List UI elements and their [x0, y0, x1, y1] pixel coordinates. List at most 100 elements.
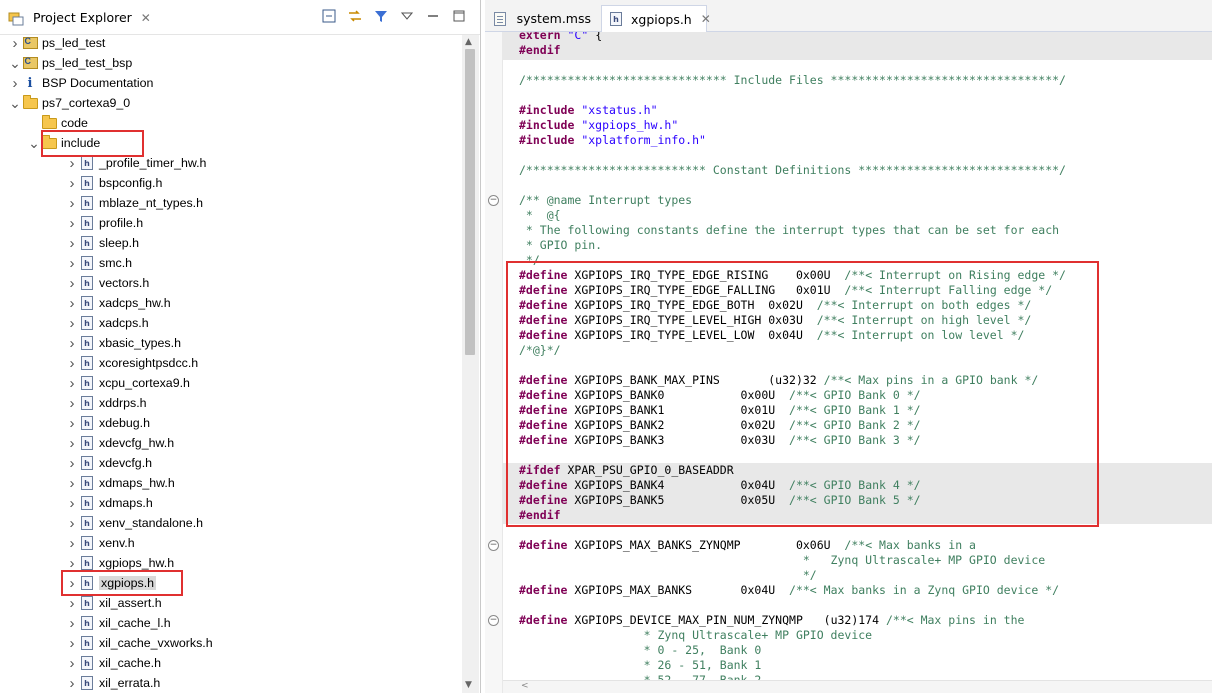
tree-item[interactable]: › h xcpu_cortexa9.h — [0, 373, 462, 393]
tree-item[interactable]: › h xil_cache_l.h — [0, 613, 462, 633]
collapsed-chevron-icon[interactable]: › — [65, 255, 79, 272]
scroll-down-icon[interactable]: ▼ — [465, 680, 472, 690]
collapsed-chevron-icon[interactable]: › — [65, 415, 79, 432]
explorer-vertical-scrollbar[interactable]: ▲ ▼ — [462, 35, 479, 693]
tree-item[interactable]: › h xil_cache.h — [0, 653, 462, 673]
tree-item[interactable]: ⌄ ps7_cortexa9_0 — [0, 93, 462, 113]
collapsed-chevron-icon[interactable]: › — [65, 595, 79, 612]
tree-item[interactable]: › h sleep.h — [0, 233, 462, 253]
collapsed-chevron-icon[interactable]: › — [65, 435, 79, 452]
collapsed-chevron-icon[interactable]: › — [65, 155, 79, 172]
collapsed-chevron-icon[interactable]: › — [65, 395, 79, 412]
tree-item[interactable]: › h xadcps_hw.h — [0, 293, 462, 313]
close-view-icon[interactable]: ✕ — [141, 11, 151, 25]
view-menu-icon[interactable] — [399, 8, 415, 24]
scrollbar-thumb[interactable] — [465, 49, 475, 355]
code-area[interactable]: extern "C" {#endif/*********************… — [503, 32, 1212, 680]
maximize-icon[interactable] — [451, 8, 467, 24]
tree-item[interactable]: › h xil_cache_vxworks.h — [0, 633, 462, 653]
code-token: { — [588, 32, 603, 42]
tree-item[interactable]: › h profile.h — [0, 213, 462, 233]
tree-item-label: xdebug.h — [99, 416, 150, 430]
tree-item[interactable]: › h bspconfig.h — [0, 173, 462, 193]
filter-icon[interactable] — [373, 8, 389, 24]
collapsed-chevron-icon[interactable]: › — [65, 195, 79, 212]
fold-toggle-icon[interactable]: − — [488, 195, 499, 206]
tree-item[interactable]: › h xenv_standalone.h — [0, 513, 462, 533]
collapsed-chevron-icon[interactable]: › — [65, 335, 79, 352]
collapsed-chevron-icon[interactable]: › — [65, 635, 79, 652]
collapsed-chevron-icon[interactable]: › — [65, 655, 79, 672]
tree-item-label: xdmaps_hw.h — [99, 476, 175, 490]
tab-xgpiops-h[interactable]: h xgpiops.h ✕ — [601, 5, 711, 32]
code-token: /***************************** Include F… — [519, 73, 1066, 87]
collapsed-chevron-icon[interactable]: › — [65, 315, 79, 332]
tree-item[interactable]: › ps_led_test — [0, 33, 462, 53]
tab-system-mss[interactable]: system.mss — [485, 5, 599, 32]
expanded-chevron-icon[interactable]: ⌄ — [8, 56, 22, 70]
tree-item[interactable]: › h xddrps.h — [0, 393, 462, 413]
minimize-icon[interactable] — [425, 8, 441, 24]
code-token: #define — [519, 583, 568, 597]
collapsed-chevron-icon[interactable]: › — [65, 515, 79, 532]
header-file-icon: h — [79, 615, 95, 631]
tree-item[interactable]: › h xbasic_types.h — [0, 333, 462, 353]
editor-horizontal-scrollbar[interactable]: < — [503, 680, 1212, 693]
tree-item[interactable]: › h smc.h — [0, 253, 462, 273]
collapsed-chevron-icon[interactable]: › — [65, 295, 79, 312]
header-file-icon: h — [79, 255, 95, 271]
collapsed-chevron-icon[interactable]: › — [8, 35, 22, 52]
tree-item[interactable]: ⌄ ps_led_test_bsp — [0, 53, 462, 73]
header-file-icon: h — [79, 595, 95, 611]
expanded-chevron-icon[interactable]: ⌄ — [8, 96, 22, 110]
header-file-icon: h — [79, 295, 95, 311]
collapsed-chevron-icon[interactable]: › — [65, 615, 79, 632]
collapse-all-icon[interactable] — [321, 8, 337, 24]
project-explorer-tab[interactable]: Project Explorer ✕ — [0, 0, 159, 35]
collapsed-chevron-icon[interactable]: › — [65, 495, 79, 512]
tab-label: xgpiops.h — [631, 11, 692, 27]
tree-item[interactable]: › i BSP Documentation — [0, 73, 462, 93]
collapsed-chevron-icon[interactable]: › — [65, 675, 79, 692]
tree-item[interactable]: › h mblaze_nt_types.h — [0, 193, 462, 213]
collapsed-chevron-icon[interactable]: › — [65, 555, 79, 572]
header-file-icon: h — [79, 195, 95, 211]
tree-item[interactable]: › h xil_assert.h — [0, 593, 462, 613]
code-token: XGPIOPS_MAX_BANKS 0x04U — [567, 583, 790, 597]
tree-item[interactable]: › h xdevcfg.h — [0, 453, 462, 473]
collapsed-chevron-icon[interactable]: › — [65, 475, 79, 492]
tree-item[interactable]: › h xcoresightpsdcc.h — [0, 353, 462, 373]
scroll-up-icon[interactable]: ▲ — [465, 37, 472, 47]
fold-toggle-icon[interactable]: − — [488, 615, 499, 626]
tree-item[interactable]: › h xdebug.h — [0, 413, 462, 433]
link-with-editor-icon[interactable] — [347, 8, 363, 24]
collapsed-chevron-icon[interactable]: › — [65, 455, 79, 472]
tree-item[interactable]: › h xdmaps.h — [0, 493, 462, 513]
collapsed-chevron-icon[interactable]: › — [65, 535, 79, 552]
collapsed-chevron-icon[interactable]: › — [8, 75, 22, 92]
collapsed-chevron-icon[interactable]: › — [65, 375, 79, 392]
fold-toggle-icon[interactable]: − — [488, 540, 499, 551]
collapsed-chevron-icon[interactable]: › — [65, 275, 79, 292]
collapsed-chevron-icon[interactable]: › — [65, 175, 79, 192]
code-line: #include "xstatus.h" — [519, 103, 658, 118]
collapsed-chevron-icon[interactable]: › — [65, 355, 79, 372]
code-token: */ — [519, 568, 817, 582]
tree-item[interactable]: › h vectors.h — [0, 273, 462, 293]
tree-item-label: xil_assert.h — [99, 596, 162, 610]
tree-item[interactable]: › h xdmaps_hw.h — [0, 473, 462, 493]
expanded-chevron-icon[interactable]: ⌄ — [27, 136, 41, 150]
tree-item[interactable]: › h xil_errata.h — [0, 673, 462, 693]
tree-item[interactable]: › h xenv.h — [0, 533, 462, 553]
scroll-left-icon[interactable]: < — [521, 681, 529, 691]
tree-item-label: smc.h — [99, 256, 133, 270]
tree-item[interactable]: › h xadcps.h — [0, 313, 462, 333]
collapsed-chevron-icon[interactable]: › — [65, 215, 79, 232]
close-tab-icon[interactable]: ✕ — [701, 12, 711, 26]
collapsed-chevron-icon[interactable]: › — [65, 235, 79, 252]
code-line: #include "xplatform_info.h" — [519, 133, 706, 148]
code-line: #define XGPIOPS_DEVICE_MAX_PIN_NUM_ZYNQM… — [519, 613, 1024, 628]
tree-item[interactable]: › h xdevcfg_hw.h — [0, 433, 462, 453]
tab-label: system.mss — [516, 11, 591, 26]
code-token: #define — [519, 613, 568, 627]
